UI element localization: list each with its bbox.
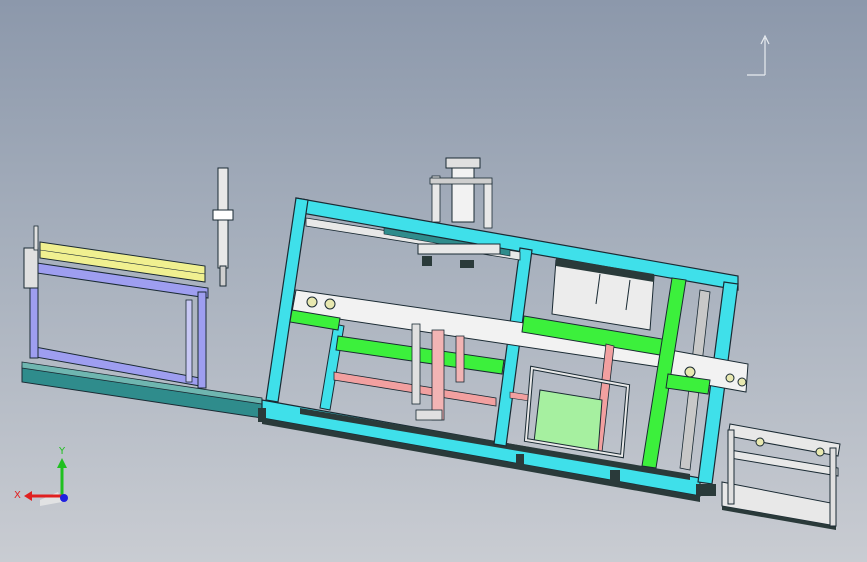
main-base-shadow [262, 418, 700, 502]
top-press-cylinder[interactable] [417, 157, 501, 268]
triad-cube-shadow [40, 492, 62, 506]
infeed-leg-right [197, 291, 207, 389]
triad-y-label: Y [58, 446, 66, 457]
outfeed-table[interactable] [721, 423, 841, 530]
infeed-post [33, 225, 39, 251]
main-forming-frame[interactable] [258, 157, 749, 502]
cad-viewport[interactable]: Y X [0, 0, 867, 562]
infeed-cylinder-clamp [212, 209, 234, 221]
pink-rod-lower-center [509, 391, 531, 402]
infeed-conveyor[interactable] [21, 167, 263, 419]
coordinate-triad: Y X [14, 446, 68, 506]
lower-lift-cylinders [411, 323, 465, 421]
infeed-end-bracket [23, 247, 39, 289]
triad-x-label: X [14, 490, 21, 501]
infeed-leg-mid [185, 299, 193, 383]
view-orientation-icon [747, 34, 770, 76]
outfeed-leg-right [829, 447, 837, 527]
infeed-cylinder-rod [219, 265, 227, 287]
outfeed-leg-left [727, 429, 735, 505]
machine-assembly-drawing[interactable]: Y X [0, 0, 867, 562]
